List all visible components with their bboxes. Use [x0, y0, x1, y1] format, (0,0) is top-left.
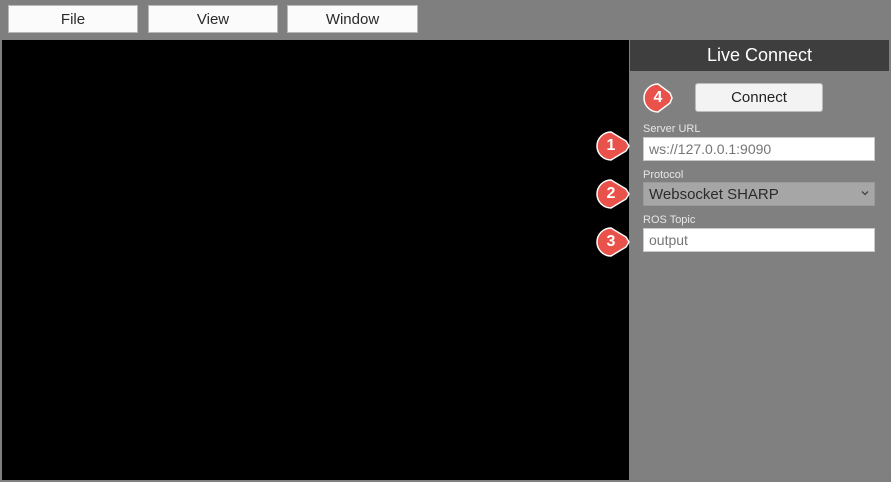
scene-viewport[interactable] [2, 40, 629, 480]
callout-4-marker: 4 [643, 83, 673, 113]
chevron-down-icon [861, 191, 869, 196]
server-url-label: Server URL [643, 123, 701, 135]
menu-bar: File View Window [0, 0, 891, 38]
file-menu-button[interactable]: File [8, 5, 138, 33]
callout-1-marker: 1 [596, 131, 630, 161]
view-menu-button[interactable]: View [148, 5, 278, 33]
connect-button[interactable]: Connect [695, 83, 823, 112]
ros-topic-input[interactable] [643, 228, 875, 252]
callout-2-number: 2 [606, 185, 616, 202]
callout-4-number: 4 [653, 89, 663, 106]
callout-2-marker: 2 [596, 179, 630, 209]
ros-topic-label: ROS Topic [643, 214, 696, 226]
protocol-selected-value: Websocket SHARP [649, 185, 779, 203]
callout-3-number: 3 [606, 233, 616, 250]
window-menu-button[interactable]: Window [287, 5, 418, 33]
callout-1-number: 1 [606, 137, 616, 154]
callout-3-marker: 3 [596, 227, 630, 257]
panel-title: Live Connect [630, 40, 889, 71]
protocol-select[interactable]: Websocket SHARP [643, 182, 875, 206]
app-window: File View Window Live Connect Connect Se… [0, 0, 891, 482]
server-url-input[interactable] [643, 137, 875, 161]
protocol-label: Protocol [643, 169, 684, 181]
